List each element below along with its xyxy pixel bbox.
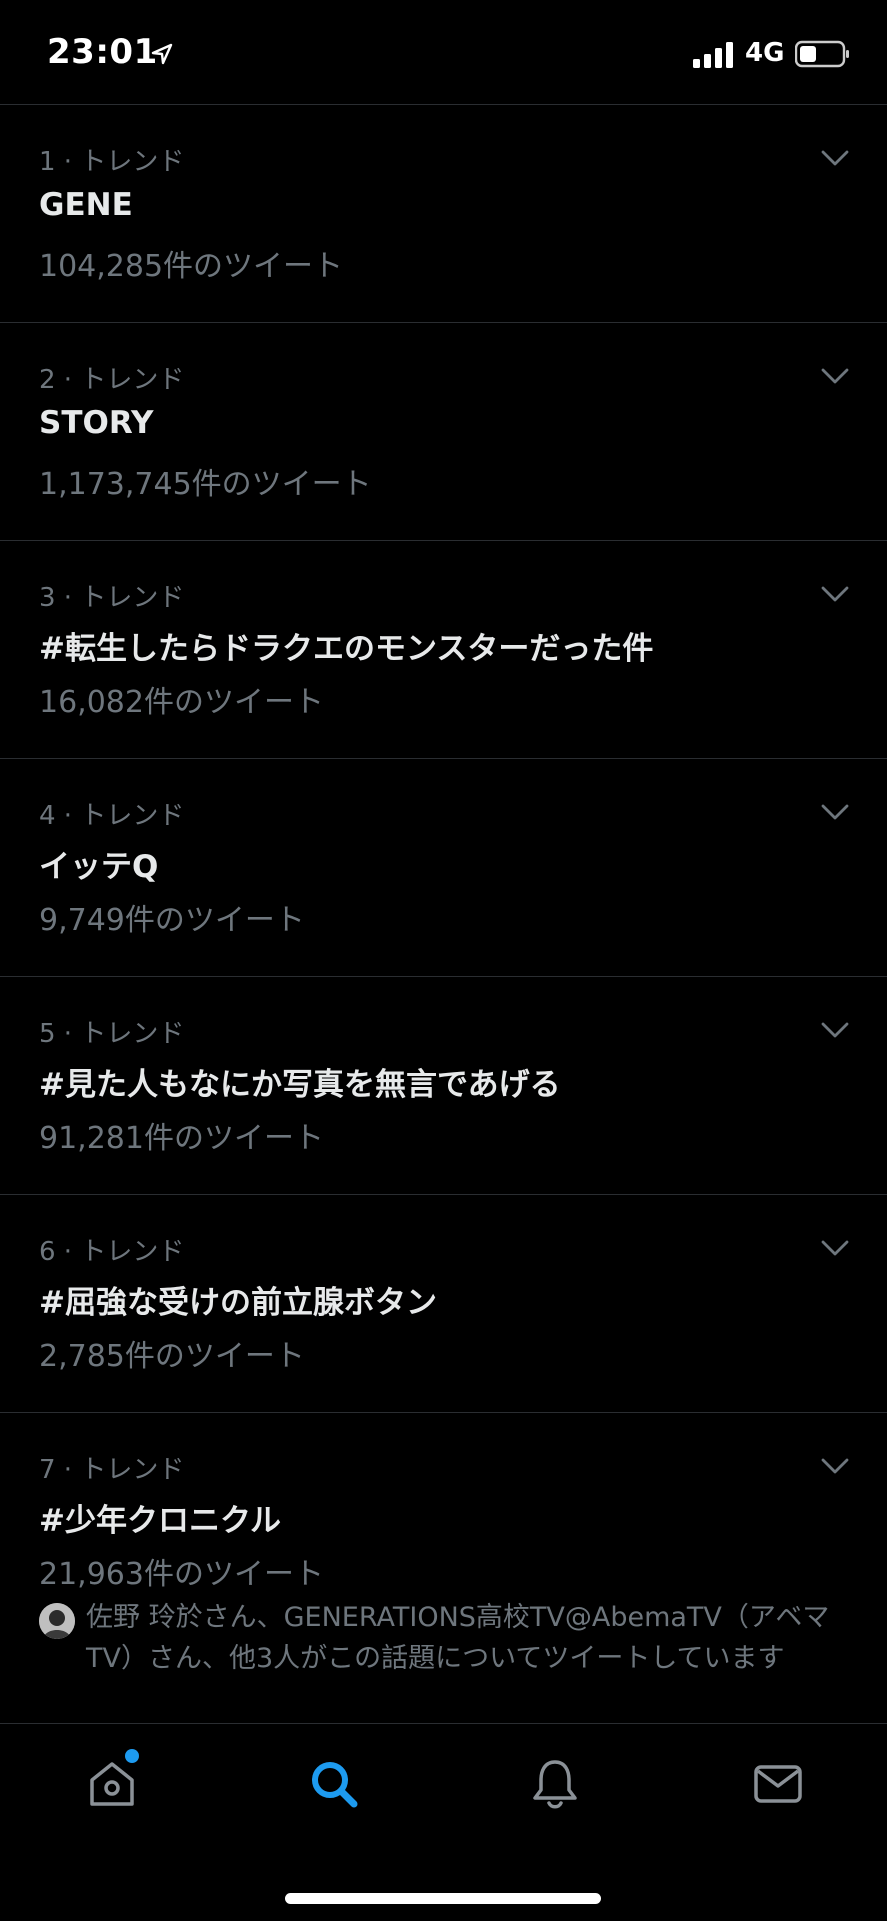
trend-meta: 5 · トレンド — [39, 1019, 185, 1049]
home-icon — [90, 1762, 134, 1806]
trend-item[interactable]: 1 · トレンド GENE 104,285件のツイート — [0, 104, 887, 322]
location-arrow-icon — [151, 43, 173, 65]
trend-meta: 1 · トレンド — [39, 147, 185, 177]
trend-meta: 2 · トレンド — [39, 365, 185, 395]
trend-name: #少年クロニクル — [39, 1503, 282, 1539]
trend-name: STORY — [39, 405, 154, 441]
trend-name: #見た人もなにか写真を無言であげる — [39, 1067, 561, 1103]
chevron-down-icon[interactable] — [820, 1021, 850, 1039]
trend-item[interactable]: 6 · トレンド #屈強な受けの前立腺ボタン 2,785件のツイート — [0, 1194, 887, 1412]
chevron-down-icon[interactable] — [820, 367, 850, 385]
trend-name: GENE — [39, 187, 133, 223]
trend-item[interactable]: 4 · トレンド イッテQ 9,749件のツイート — [0, 758, 887, 976]
trend-name: #屈強な受けの前立腺ボタン — [39, 1285, 437, 1321]
status-time: 23:01 — [47, 32, 158, 72]
trend-meta: 7 · トレンド — [39, 1455, 185, 1485]
trend-meta: 4 · トレンド — [39, 801, 185, 831]
trend-tweet-count: 21,963件のツイート — [39, 1557, 324, 1592]
avatar — [39, 1603, 75, 1639]
tab-messages[interactable] — [748, 1754, 808, 1814]
chevron-down-icon[interactable] — [820, 1457, 850, 1475]
chevron-down-icon[interactable] — [820, 149, 850, 167]
new-content-dot — [125, 1749, 139, 1763]
trend-item[interactable]: 5 · トレンド #見た人もなにか写真を無言であげる 91,281件のツイート — [0, 976, 887, 1194]
home-indicator — [285, 1893, 601, 1904]
trend-tweet-count: 16,082件のツイート — [39, 685, 324, 720]
search-icon — [312, 1762, 358, 1808]
tab-bar — [0, 1723, 887, 1921]
messages-icon — [754, 1765, 802, 1803]
trend-tweet-count: 9,749件のツイート — [39, 903, 305, 938]
trend-name: #転生したらドラクエのモンスターだった件 — [39, 631, 654, 667]
trend-tweet-count: 91,281件のツイート — [39, 1121, 324, 1156]
trend-meta: 6 · トレンド — [39, 1237, 185, 1267]
trend-meta: 3 · トレンド — [39, 583, 185, 613]
notifications-icon — [533, 1760, 577, 1809]
trend-item[interactable]: 2 · トレンド STORY 1,173,745件のツイート — [0, 322, 887, 540]
trend-tweet-count: 104,285件のツイート — [39, 249, 344, 284]
status-bar: 23:01 4G — [0, 0, 887, 104]
trend-name: イッテQ — [39, 849, 159, 885]
battery-icon — [795, 40, 849, 68]
trend-tweet-count: 2,785件のツイート — [39, 1339, 305, 1374]
trend-context-text: 佐野 玲於さん、GENERATIONS高校TV@AbemaTV（アベマTV）さん… — [86, 1602, 830, 1674]
trend-item[interactable]: 3 · トレンド #転生したらドラクエのモンスターだった件 16,082件のツイ… — [0, 540, 887, 758]
trend-list: 1 · トレンド GENE 104,285件のツイート 2 · トレンド STO… — [0, 104, 887, 1731]
tab-search[interactable] — [304, 1754, 364, 1814]
trend-tweet-count: 1,173,745件のツイート — [39, 467, 372, 502]
tab-notifications[interactable] — [525, 1754, 585, 1814]
network-type: 4G — [745, 38, 785, 68]
tab-home[interactable] — [82, 1749, 142, 1814]
trend-item[interactable]: 7 · トレンド #少年クロニクル 21,963件のツイート 佐野 玲於さん、G… — [0, 1412, 887, 1731]
chevron-down-icon[interactable] — [820, 585, 850, 603]
signal-bars-icon — [693, 42, 733, 68]
chevron-down-icon[interactable] — [820, 1239, 850, 1257]
chevron-down-icon[interactable] — [820, 803, 850, 821]
